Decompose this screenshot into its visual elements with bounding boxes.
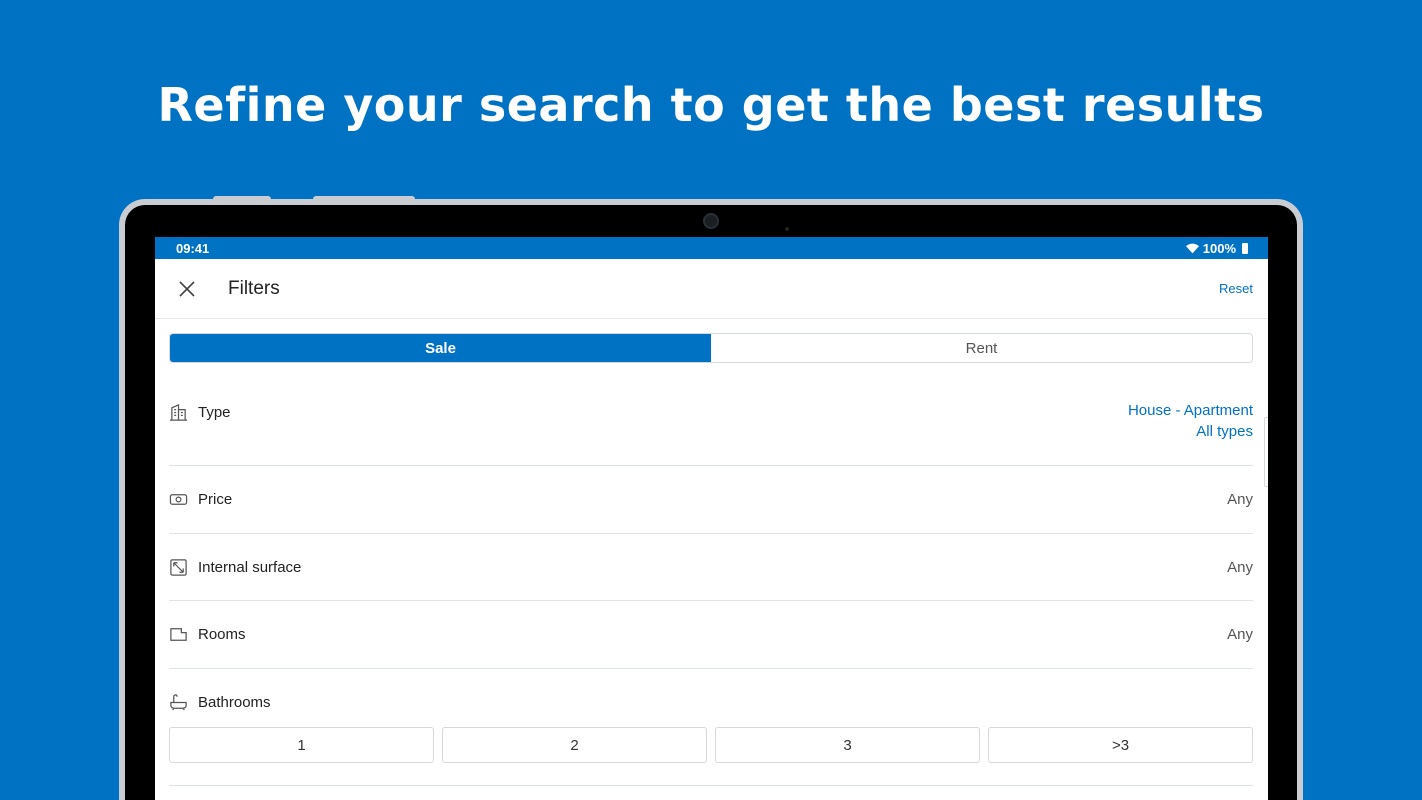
- battery-icon: [1242, 242, 1248, 254]
- type-value-line2: All types: [1196, 423, 1253, 440]
- building-icon: [169, 403, 188, 421]
- filter-row-bathrooms: Bathrooms: [169, 690, 271, 714]
- filter-row-type[interactable]: Type House - Apartment All types: [169, 400, 1253, 466]
- filter-label-type: Type: [198, 403, 231, 421]
- filter-row-rooms[interactable]: Rooms Any: [169, 601, 1253, 669]
- status-bar: 09:41 100%: [155, 237, 1268, 259]
- tab-sale[interactable]: Sale: [170, 334, 711, 362]
- bathtub-icon: [170, 693, 187, 710]
- scrollbar[interactable]: [1264, 417, 1268, 487]
- app-bar: Filters Reset: [155, 259, 1268, 319]
- headline: Refine your search to get the best resul…: [157, 78, 1265, 132]
- filter-label-surface: Internal surface: [198, 558, 302, 576]
- tab-rent[interactable]: Rent: [711, 334, 1252, 362]
- page-title: Filters: [228, 277, 280, 299]
- bathroom-option-2[interactable]: 2: [442, 727, 707, 763]
- filter-row-surface[interactable]: Internal surface Any: [169, 534, 1253, 601]
- rooms-value: Any: [1227, 626, 1253, 643]
- surface-value: Any: [1227, 558, 1253, 576]
- type-value-line1: House - Apartment: [1127, 402, 1253, 419]
- reset-button[interactable]: Reset: [1219, 281, 1253, 296]
- type-value[interactable]: House - Apartment All types: [1128, 400, 1253, 465]
- app-screen: 09:41 100% Filters Reset Sale Rent Type …: [155, 237, 1268, 800]
- bathroom-options: 1 2 3 >3: [169, 727, 1253, 763]
- bathroom-option-1[interactable]: 1: [169, 727, 434, 763]
- wifi-icon: [1185, 243, 1199, 253]
- price-value: Any: [1227, 491, 1253, 508]
- resize-icon: [170, 558, 187, 576]
- camera-icon: [703, 213, 719, 229]
- status-right: 100%: [1185, 240, 1248, 256]
- filter-label-bathrooms: Bathrooms: [198, 693, 271, 711]
- filter-row-price[interactable]: Price Any: [169, 466, 1253, 534]
- battery-level: 100%: [1202, 240, 1236, 256]
- status-time: 09:41: [176, 240, 210, 256]
- filter-label-price: Price: [198, 491, 233, 508]
- sale-rent-toggle: Sale Rent: [169, 333, 1253, 363]
- bathroom-option-3[interactable]: 3: [715, 727, 980, 763]
- filter-label-rooms: Rooms: [198, 626, 246, 643]
- bathroom-option-more[interactable]: >3: [988, 727, 1253, 763]
- close-icon[interactable]: [177, 279, 197, 299]
- money-icon: [169, 494, 188, 505]
- divider: [169, 785, 1253, 786]
- room-icon: [170, 628, 187, 641]
- sensor: [785, 227, 789, 231]
